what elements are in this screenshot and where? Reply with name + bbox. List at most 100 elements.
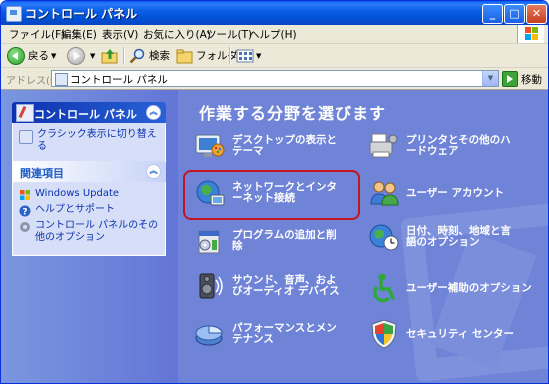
address-input[interactable]: コントロール パネル ▼	[51, 70, 499, 87]
forward-button[interactable]: ▼	[67, 46, 95, 65]
collapse-chevron-icon[interactable]: ︽	[146, 105, 161, 120]
related-topics-panel: 関連項目 ︽ Windows Update ? ヘルプとサポート コントロール …	[12, 161, 166, 256]
back-dropdown-icon[interactable]: ▼	[51, 52, 56, 60]
category-label: 日付、時刻、地域と言語のオプション	[406, 225, 511, 248]
panel-header[interactable]: 関連項目 ︽	[12, 161, 166, 182]
folders-label: フォルダ	[196, 50, 238, 62]
category-desktop-themes[interactable]: デスクトップの表示とテーマ	[194, 130, 347, 162]
maximize-button[interactable]: □	[504, 4, 525, 24]
desktop-theme-icon	[195, 134, 225, 157]
category-performance-maintenance[interactable]: パフォーマンスとメンテナンス	[194, 318, 347, 350]
toolbar-separator	[229, 47, 231, 64]
toolbar: 戻る ▼ ▼ 検索 フォルダ ▼	[1, 44, 548, 68]
help-support-link[interactable]: ? ヘルプとサポート	[19, 204, 159, 217]
svg-text:?: ?	[22, 208, 27, 218]
category-label: サウンド、音声、およびオーディオ デバイス	[232, 274, 340, 297]
panel-title: コントロール パネル	[34, 108, 137, 121]
gear-icon	[20, 222, 30, 232]
pick-category-title: 作業する分野を選びます	[199, 104, 387, 123]
go-arrow-icon	[502, 71, 518, 87]
up-folder-icon	[101, 48, 118, 63]
other-options-link[interactable]: コントロール パネルのその他のオプション	[19, 220, 159, 244]
category-sounds-audio[interactable]: サウンド、音声、およびオーディオ デバイス	[194, 270, 347, 302]
title-bar[interactable]: コントロール パネル _ □ ✕	[1, 1, 548, 25]
views-button[interactable]: ▼	[236, 46, 261, 65]
network-icon	[196, 180, 225, 206]
category-accessibility[interactable]: ユーザー補助のオプション	[368, 272, 532, 304]
category-label: ユーザー アカウント	[406, 186, 504, 199]
menu-favorites[interactable]: お気に入り(A)	[143, 27, 211, 42]
category-security-center[interactable]: セキュリティ センター	[368, 318, 514, 350]
search-button[interactable]: 検索	[129, 46, 170, 65]
windows-update-icon	[20, 190, 30, 200]
category-user-accounts[interactable]: ユーザー アカウント	[368, 177, 504, 209]
menu-view[interactable]: 表示(V)	[102, 27, 138, 42]
menu-help[interactable]: ヘルプ(H)	[249, 27, 297, 42]
back-arrow-icon	[7, 46, 25, 65]
search-icon	[129, 48, 145, 63]
menu-edit[interactable]: 編集(E)	[61, 27, 97, 42]
window-title: コントロール パネル	[25, 7, 138, 21]
up-folder-button[interactable]	[101, 46, 119, 65]
task-pane: コントロール パネル ︽ クラシック表示に切り替える 関連項目 ︽ Window…	[1, 90, 178, 383]
category-add-remove-programs[interactable]: プログラムの追加と削除	[194, 225, 347, 257]
address-bar: アドレス(D) コントロール パネル ▼ 移動	[1, 68, 548, 90]
views-icon	[236, 49, 254, 62]
close-button[interactable]: ✕	[526, 4, 547, 24]
go-button[interactable]: 移動	[502, 71, 542, 87]
category-label: プリンタとその他のハードウェア	[406, 134, 511, 157]
toolbar-separator	[123, 47, 125, 64]
address-dropdown-icon[interactable]: ▼	[482, 71, 498, 86]
control-panel-small-icon	[55, 73, 68, 86]
link-label: クラシック表示に切り替える	[37, 129, 157, 152]
forward-dropdown-icon[interactable]: ▼	[90, 52, 95, 60]
control-panel-icon	[16, 104, 34, 122]
users-icon	[370, 181, 399, 206]
panel-body: クラシック表示に切り替える	[12, 123, 166, 165]
security-shield-icon	[371, 319, 397, 349]
printer-icon	[369, 133, 398, 158]
address-value: コントロール パネル	[70, 74, 168, 86]
windows-update-link[interactable]: Windows Update	[19, 188, 159, 201]
back-label: 戻る	[28, 50, 49, 62]
classic-view-icon	[19, 130, 33, 144]
category-pane: 作業する分野を選びます デスクトップの表示とテーマ プリンタとその他のハードウェ…	[178, 90, 548, 383]
category-network-internet[interactable]: ネットワークとインターネット接続	[194, 177, 347, 209]
search-label: 検索	[149, 50, 170, 62]
menu-bar: ファイル(F) 編集(E) 表示(V) お気に入り(A) ツール(T) ヘルプ(…	[1, 25, 548, 44]
minimize-button[interactable]: _	[482, 4, 503, 24]
go-label: 移動	[521, 73, 542, 86]
category-printers-hardware[interactable]: プリンタとその他のハードウェア	[368, 130, 521, 162]
menu-file[interactable]: ファイル(F)	[9, 27, 65, 42]
add-remove-programs-icon	[198, 230, 220, 254]
control-panel-icon	[6, 6, 22, 22]
category-date-time-language[interactable]: 日付、時刻、地域と言語のオプション	[368, 221, 521, 253]
category-label: セキュリティ センター	[406, 327, 515, 340]
category-label: パフォーマンスとメンテナンス	[232, 322, 337, 345]
speaker-icon	[199, 273, 223, 299]
back-button[interactable]: 戻る ▼	[7, 46, 56, 65]
category-label: プログラムの追加と削除	[232, 229, 337, 252]
folders-icon	[176, 49, 193, 63]
views-dropdown-icon[interactable]: ▼	[256, 52, 261, 60]
link-label: コントロール パネルのその他のオプション	[35, 220, 159, 243]
windows-logo-icon	[517, 25, 544, 43]
menu-tools[interactable]: ツール(T)	[206, 27, 252, 42]
category-label: ユーザー補助のオプション	[406, 281, 532, 294]
control-panel-task-panel: コントロール パネル ︽ クラシック表示に切り替える	[12, 102, 166, 165]
performance-icon	[195, 325, 223, 346]
accessibility-icon	[373, 273, 395, 303]
forward-arrow-icon	[67, 46, 85, 65]
category-label: デスクトップの表示とテーマ	[232, 134, 337, 157]
panel-title: 関連項目	[20, 167, 64, 180]
link-label: Windows Update	[35, 188, 120, 199]
panel-body: Windows Update ? ヘルプとサポート コントロール パネルのその他…	[12, 182, 166, 256]
globe-clock-icon	[369, 224, 399, 251]
collapse-chevron-icon[interactable]: ︽	[146, 164, 161, 179]
panel-header[interactable]: コントロール パネル ︽	[12, 102, 166, 123]
content-area: コントロール パネル ︽ クラシック表示に切り替える 関連項目 ︽ Window…	[1, 90, 548, 383]
control-panel-window: コントロール パネル _ □ ✕ ファイル(F) 編集(E) 表示(V) お気に…	[0, 0, 549, 384]
link-label: ヘルプとサポート	[35, 204, 115, 215]
category-label: ネットワークとインターネット接続	[232, 181, 337, 204]
switch-classic-view-link[interactable]: クラシック表示に切り替える	[19, 129, 159, 153]
